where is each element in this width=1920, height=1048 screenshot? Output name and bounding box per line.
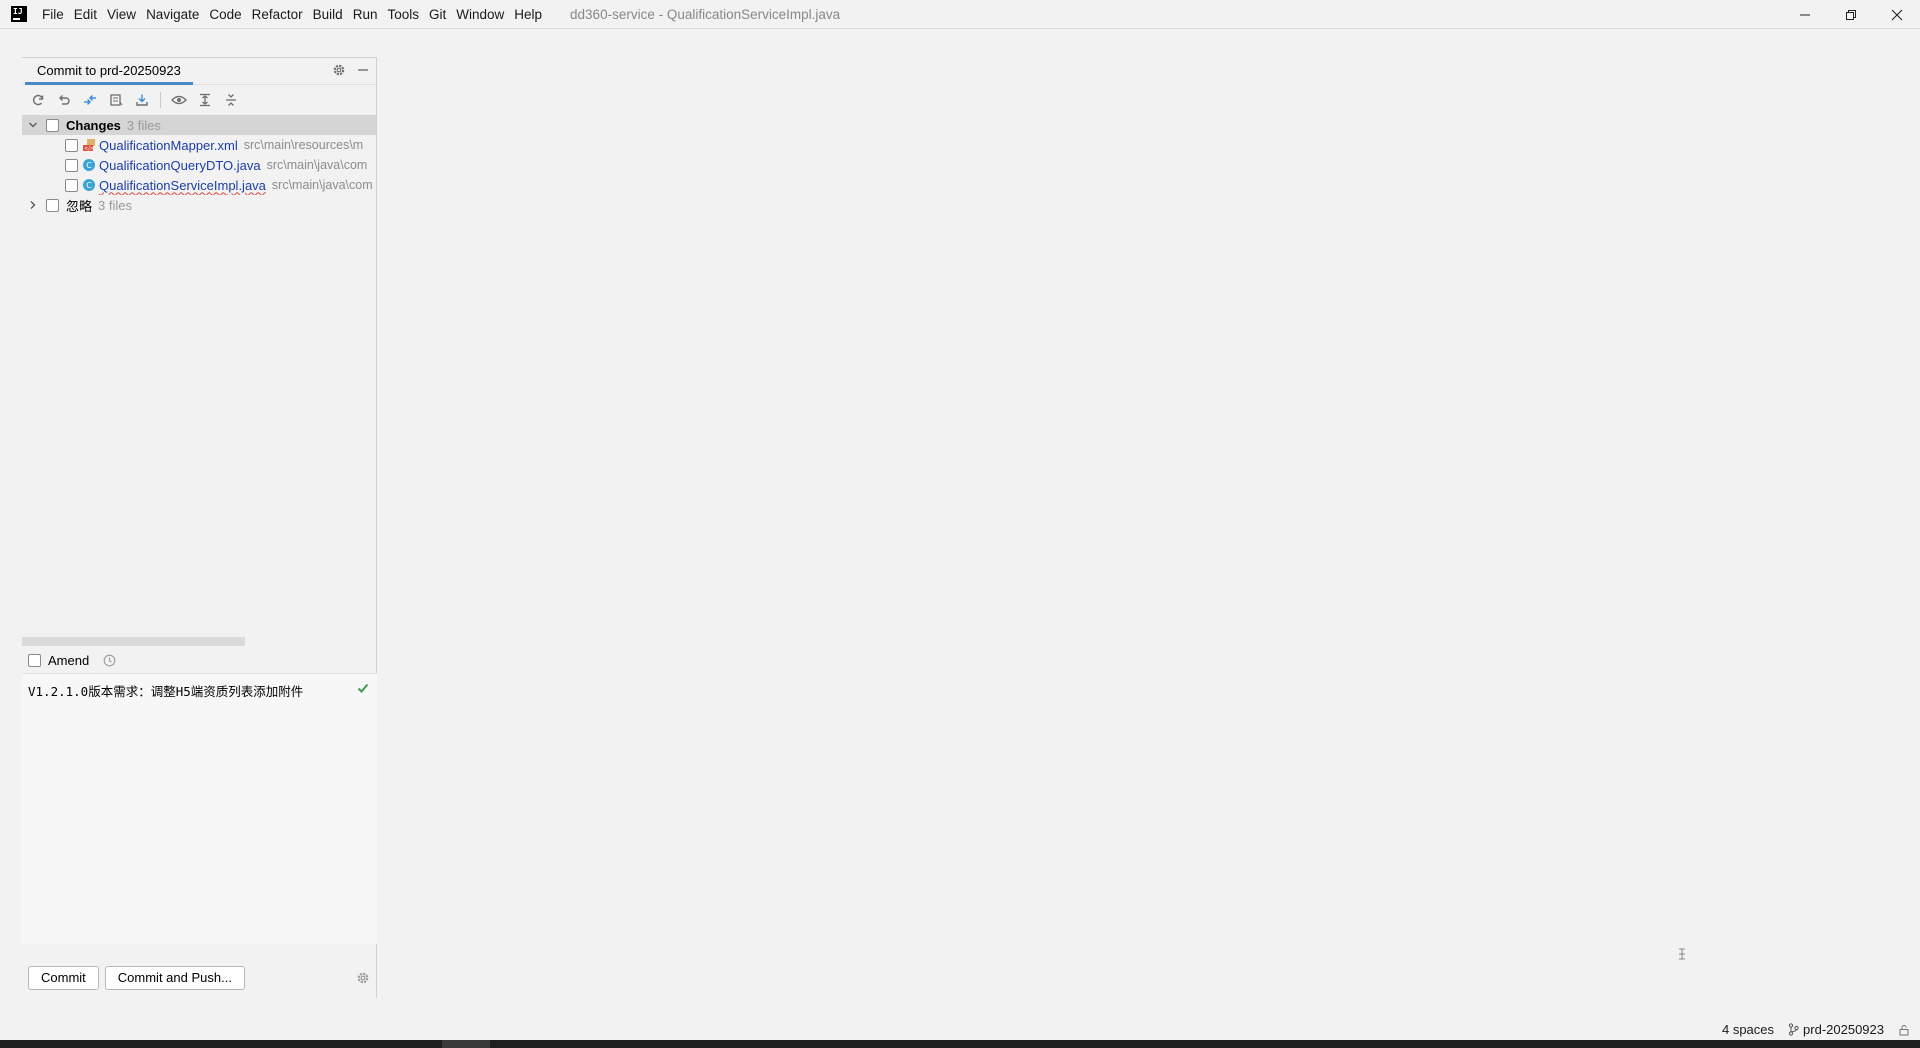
file-checkbox[interactable]: [65, 178, 78, 192]
chevron-right-icon[interactable]: [25, 197, 41, 213]
file-path: src\main\java\com: [271, 178, 373, 192]
os-taskbar: [0, 1040, 1920, 1048]
panel-header-icons: [332, 63, 370, 77]
collapse-all-icon: [226, 94, 236, 106]
tree-group-changes[interactable]: Changes 3 files: [22, 115, 376, 135]
tab-commit[interactable]: Commit to prd-20250923: [25, 58, 193, 85]
group-label: 忽略: [66, 198, 93, 214]
java-class-icon: C: [83, 179, 95, 191]
window-controls: [1782, 0, 1920, 29]
commit-panel-header: Commit to prd-20250923: [22, 58, 376, 85]
chevron-down-icon[interactable]: [25, 117, 41, 133]
minimize-button[interactable]: [1782, 0, 1828, 29]
file-name: QualificationServiceImpl.java: [99, 177, 266, 193]
menu-file[interactable]: File: [37, 0, 69, 29]
eye-icon: [171, 95, 187, 105]
tree-group-ignored[interactable]: 忽略 3 files: [22, 195, 376, 215]
expand-all-button[interactable]: [194, 89, 216, 111]
git-branch-widget[interactable]: prd-20250923: [1788, 1022, 1884, 1037]
update-button[interactable]: [131, 89, 153, 111]
menu-git[interactable]: Git: [424, 0, 451, 29]
title-bar: IJ File Edit View Navigate Code Refactor…: [0, 0, 1920, 29]
commit-buttons: Commit Commit and Push...: [28, 966, 245, 990]
view-options-button[interactable]: [168, 89, 190, 111]
group-count: 3 files: [126, 117, 161, 133]
commit-tool-window: Commit to prd-20250923 Changes 3 files <…: [22, 57, 377, 998]
refresh-icon: [32, 94, 44, 106]
branch-name: prd-20250923: [1803, 1022, 1884, 1037]
menu-help[interactable]: Help: [509, 0, 547, 29]
restore-button[interactable]: [1828, 0, 1874, 29]
changes-checkbox[interactable]: [46, 118, 59, 132]
group-count: 3 files: [98, 197, 132, 213]
rollback-icon: [59, 95, 70, 105]
lock-icon[interactable]: [1898, 1024, 1910, 1036]
menu-tools[interactable]: Tools: [382, 0, 424, 29]
show-diff-button[interactable]: [79, 89, 101, 111]
taskbar-active-item[interactable]: [442, 1040, 490, 1048]
editor-area[interactable]: [378, 29, 1920, 1019]
commit-button[interactable]: Commit: [28, 966, 99, 990]
tree-file-row[interactable]: C QualificationQueryDTO.java src\main\ja…: [22, 155, 376, 175]
branch-icon: [1788, 1023, 1799, 1036]
shelve-button[interactable]: [105, 89, 127, 111]
rollback-button[interactable]: [53, 89, 75, 111]
expand-all-icon: [200, 93, 210, 107]
menu-build[interactable]: Build: [308, 0, 348, 29]
svg-text:C: C: [86, 181, 92, 190]
hide-panel-icon[interactable]: [356, 63, 370, 77]
changes-tree: Changes 3 files </> QualificationMapper.…: [22, 115, 376, 215]
svg-text:C: C: [86, 161, 92, 170]
toolbar-separator: [160, 92, 161, 108]
file-path: src\main\java\com: [266, 158, 368, 172]
file-checkbox[interactable]: [65, 158, 78, 172]
history-clock-icon[interactable]: [103, 654, 116, 667]
file-name: QualificationQueryDTO.java: [99, 157, 261, 173]
amend-row: Amend: [22, 648, 377, 674]
menu-refactor[interactable]: Refactor: [247, 0, 308, 29]
main-menu: File Edit View Navigate Code Refactor Bu…: [37, 0, 547, 29]
refresh-button[interactable]: [27, 89, 49, 111]
commit-message-input[interactable]: V1.2.1.0版本需求：调整H5端资质列表添加附件: [22, 674, 377, 944]
commit-toolbar: [22, 85, 376, 115]
restore-icon: [1846, 9, 1856, 20]
checkmark-icon: [357, 683, 369, 693]
commit-and-push-button[interactable]: Commit and Push...: [104, 966, 245, 990]
menu-edit[interactable]: Edit: [69, 0, 102, 29]
svg-text:</>: </>: [84, 146, 94, 152]
amend-label[interactable]: Amend: [48, 653, 89, 668]
group-label: Changes: [66, 117, 121, 133]
diff-arrows-icon: [84, 95, 96, 105]
file-path: src\main\resources\m: [243, 138, 364, 152]
shelve-icon: [110, 94, 123, 106]
cursor-marker-icon: [1679, 948, 1685, 960]
horizontal-scrollbar[interactable]: [22, 637, 245, 646]
gear-icon[interactable]: [332, 63, 346, 77]
collapse-all-button[interactable]: [220, 89, 242, 111]
menu-view[interactable]: View: [102, 0, 141, 29]
commit-options-gear-icon[interactable]: [356, 971, 370, 985]
tree-file-row[interactable]: </> QualificationMapper.xml src\main\res…: [22, 135, 376, 155]
menu-run[interactable]: Run: [348, 0, 383, 29]
xml-file-icon: </>: [83, 139, 95, 152]
commit-message-text: V1.2.1.0版本需求：调整H5端资质列表添加附件: [28, 684, 304, 699]
download-icon: [136, 94, 148, 106]
menu-code[interactable]: Code: [204, 0, 246, 29]
status-bar: 4 spaces prd-20250923: [0, 1019, 1920, 1040]
menu-navigate[interactable]: Navigate: [141, 0, 204, 29]
intellij-logo-icon: IJ: [11, 6, 27, 22]
amend-checkbox[interactable]: [28, 654, 41, 667]
indent-setting[interactable]: 4 spaces: [1722, 1022, 1774, 1037]
ignored-checkbox[interactable]: [46, 198, 59, 212]
close-button[interactable]: [1874, 0, 1920, 29]
file-name: QualificationMapper.xml: [99, 137, 238, 153]
tree-file-row[interactable]: C QualificationServiceImpl.java src\main…: [22, 175, 376, 195]
java-class-icon: C: [83, 159, 95, 171]
file-checkbox[interactable]: [65, 138, 78, 152]
menu-window[interactable]: Window: [451, 0, 509, 29]
window-title: dd360-service - QualificationServiceImpl…: [570, 6, 841, 22]
close-icon: [1891, 9, 1903, 20]
minimize-icon: [1800, 14, 1810, 15]
